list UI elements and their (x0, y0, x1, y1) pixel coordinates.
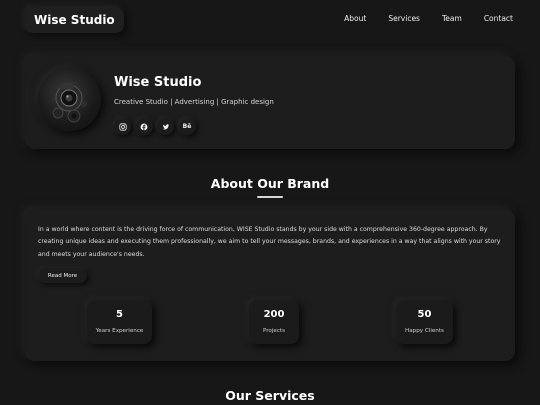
about-title: About Our Brand (210, 176, 330, 191)
stat-years-value: 5 (116, 309, 123, 320)
nav-contact-link[interactable]: Contact (484, 13, 513, 25)
about-card: In a world where content is the driving … (25, 209, 515, 361)
facebook-icon[interactable] (135, 118, 153, 135)
profile-card: Wise Studio Creative Studio | Advertisin… (25, 56, 515, 149)
stat-clients-label: Happy Clients (405, 328, 444, 334)
twitter-icon[interactable] (157, 118, 174, 135)
brand-logo[interactable]: Wise Studio (25, 7, 124, 33)
behance-icon[interactable]: Bē (178, 118, 196, 135)
main-nav: About Services Team Contact (322, 13, 513, 25)
stat-clients-value: 50 (417, 309, 432, 320)
camera-icon (52, 83, 87, 123)
profile-tagline: Creative Studio | Advertising | Graphic … (114, 98, 274, 106)
nav-team-link[interactable]: Team (442, 13, 462, 25)
stat-years-label: Years Experience (95, 328, 144, 334)
about-description: In a world where content is the driving … (38, 226, 501, 258)
social-links: Bē (114, 118, 200, 135)
instagram-icon[interactable] (114, 118, 131, 135)
nav-services-link[interactable]: Services (388, 13, 420, 25)
stat-projects-value: 200 (263, 309, 285, 320)
stat-years: 5 Years Experience (87, 300, 152, 344)
read-more-button[interactable]: Read More (38, 268, 87, 283)
stat-projects-label: Projects (262, 328, 286, 334)
nav-about-link[interactable]: About (344, 13, 366, 25)
profile-avatar (38, 68, 101, 131)
stat-projects: 200 Projects (249, 300, 299, 344)
behance-label: Bē (182, 123, 192, 130)
profile-name: Wise Studio (114, 75, 202, 90)
stat-clients: 50 Happy Clients (396, 300, 453, 344)
site-header: Wise Studio About Services Team Contact (0, 0, 540, 42)
about-title-underline (257, 196, 283, 198)
services-title: Our Services (225, 388, 315, 403)
